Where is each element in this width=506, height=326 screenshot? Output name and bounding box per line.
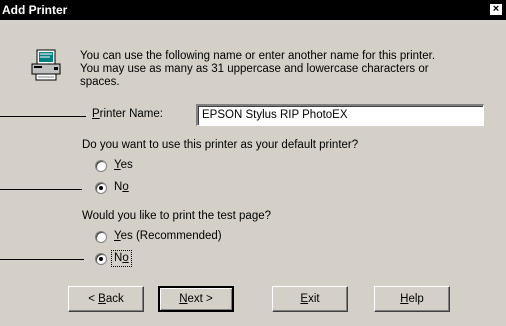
close-button[interactable]: × (489, 3, 503, 16)
default-no-label[interactable]: No (114, 181, 129, 193)
testpage-yes-radio[interactable] (95, 231, 107, 243)
exit-accel: E (300, 293, 309, 305)
help-button[interactable]: Help (374, 286, 450, 312)
printer-name-accel: P (92, 108, 100, 120)
testpage-yes-label[interactable]: Yes (Recommended) (114, 230, 222, 242)
testpage-no-radio[interactable] (95, 253, 107, 265)
close-icon: × (492, 3, 500, 15)
help-rest: elp (408, 293, 424, 305)
next-accel: N (179, 293, 188, 305)
back-button[interactable]: < Back (68, 286, 144, 312)
testpage-yes-accel: Y (114, 230, 121, 242)
default-printer-question: Do you want to use this printer as your … (82, 139, 359, 151)
test-page-question: Would you like to print the test page? (82, 210, 272, 222)
next-rest: ext > (187, 293, 213, 305)
printer-name-label: Printer Name: (92, 108, 163, 120)
intro-line-1: You can use the following name or enter … (80, 50, 436, 62)
back-pre: < (88, 293, 99, 305)
next-button[interactable]: Next > (158, 286, 234, 312)
testpage-yes-rest: es (Recommended) (120, 230, 222, 242)
back-accel: B (98, 293, 106, 305)
window-title: Add Printer (2, 3, 68, 17)
add-printer-dialog: Add Printer × You can use the following … (0, 0, 506, 326)
printer-name-input[interactable]: EPSON Stylus RIP PhotoEX (196, 104, 484, 126)
default-no-radio[interactable] (95, 182, 107, 194)
callout-line-testpage-no (0, 259, 84, 260)
callout-line-default-no (0, 189, 82, 190)
default-yes-accel: Y (114, 159, 121, 171)
default-yes-rest: es (120, 159, 133, 171)
intro-line-2: You may use as many as 31 uppercase and … (80, 63, 429, 75)
printer-icon (31, 49, 61, 81)
title-bar: Add Printer × (0, 0, 506, 20)
callout-line-printer-name (0, 116, 86, 117)
back-rest: ack (105, 293, 124, 305)
default-no-accel: o (122, 181, 129, 193)
intro-line-3: spaces. (80, 76, 120, 88)
testpage-no-label[interactable]: No (114, 252, 129, 264)
testpage-no-accel: o (122, 252, 129, 264)
printer-name-label-rest: rinter Name: (99, 108, 163, 120)
exit-rest: xit (308, 293, 320, 305)
intro-text: You can use the following name or enter … (80, 50, 490, 89)
default-yes-label[interactable]: Yes (114, 159, 133, 171)
exit-button[interactable]: Exit (272, 286, 348, 312)
default-yes-radio[interactable] (95, 160, 107, 172)
